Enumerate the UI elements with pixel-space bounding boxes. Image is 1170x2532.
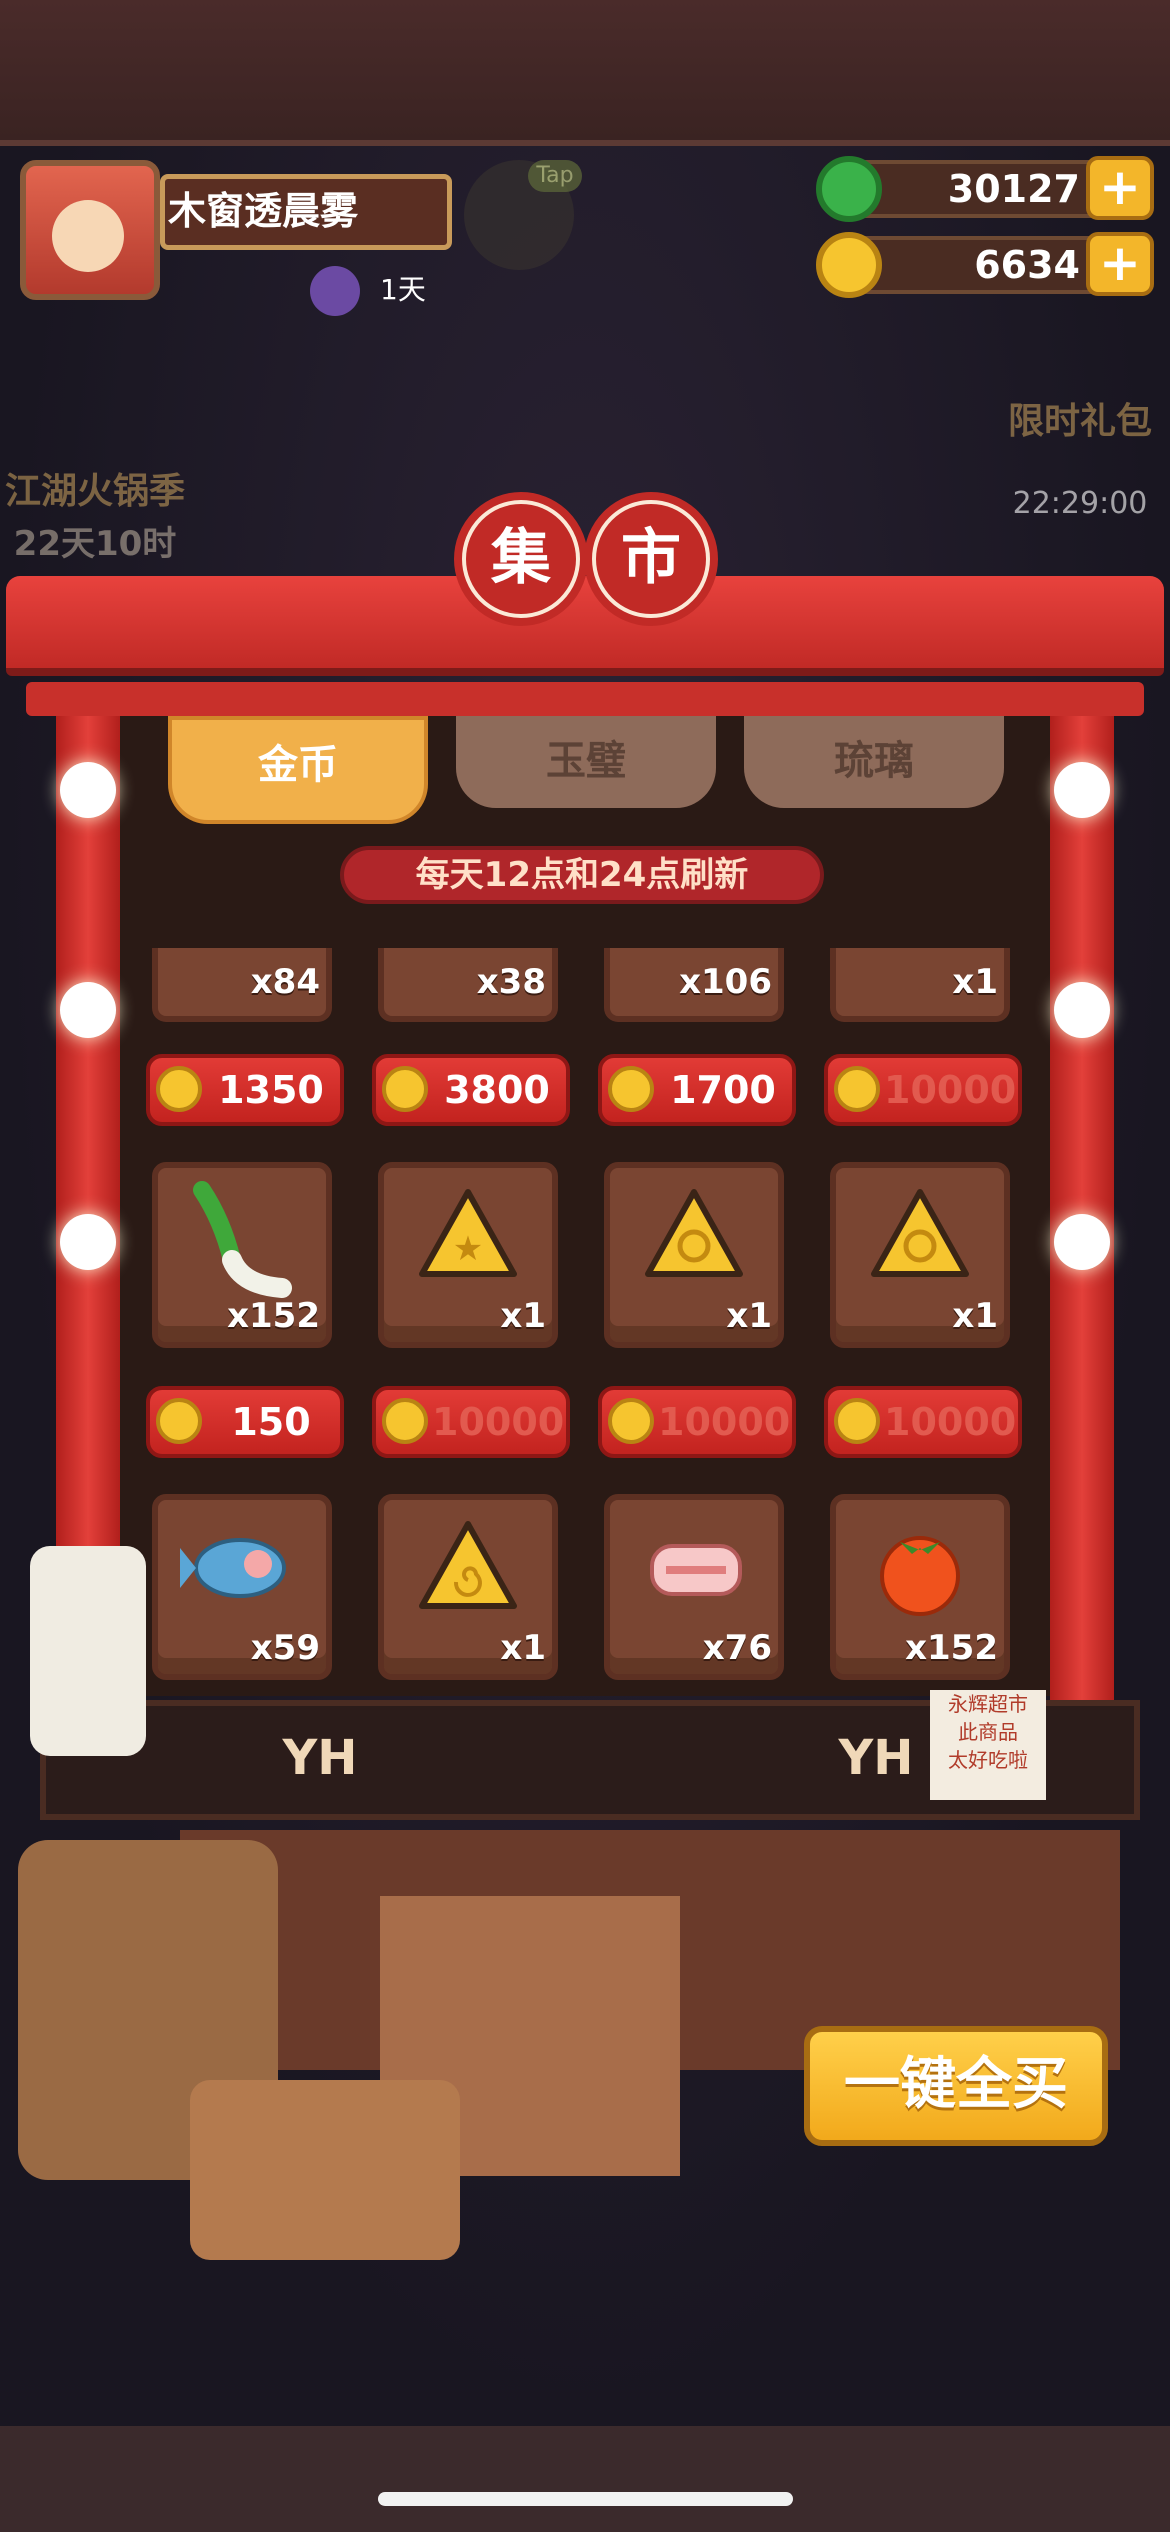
tab-jade[interactable]: 玉璧: [456, 716, 716, 808]
egg-basket-icon: [190, 2080, 460, 2260]
price-value: 10000: [884, 1400, 1017, 1444]
item-quantity: x106: [679, 962, 772, 1002]
item-quantity: x1: [952, 962, 998, 1002]
light-bulb: [60, 762, 116, 818]
hotpot-event-timer: 22天10时: [13, 524, 177, 564]
tap-label: Tap: [528, 160, 582, 192]
player-name: 木窗透晨雾: [168, 189, 359, 233]
gift-pack-timer: 22:29:00: [1012, 486, 1148, 521]
item-quantity: x1: [500, 1296, 546, 1336]
jade-amount: 30127: [947, 167, 1080, 211]
leek-icon: [193, 1181, 292, 1298]
light-bulb: [60, 1214, 116, 1270]
jade-icon: [816, 156, 882, 222]
item-quantity: x152: [227, 1296, 320, 1336]
item-quantity: x152: [905, 1628, 998, 1668]
spiral-token-icon: [419, 1521, 517, 1609]
note-line: 此商品: [958, 1720, 1018, 1744]
pet-icon: [310, 266, 360, 316]
item-quantity: x76: [702, 1628, 772, 1668]
price-value: 10000: [658, 1400, 791, 1444]
coin-icon: [156, 1398, 202, 1444]
hotpot-event-title[interactable]: 江湖火锅季: [0, 462, 190, 512]
turtle-token-icon: [645, 1189, 743, 1277]
counter-sign: YH: [838, 1730, 914, 1786]
coin-icon: [608, 1398, 654, 1444]
coin-icon: [382, 1066, 428, 1112]
counter-sign: YH: [282, 1730, 358, 1786]
price-value: 150: [231, 1400, 311, 1444]
shop-note: 永辉超市 此商品 太好吃啦: [930, 1690, 1046, 1800]
item-quantity: x38: [476, 962, 546, 1002]
coin-icon: [834, 1398, 880, 1444]
light-bulb: [1054, 1214, 1110, 1270]
svg-text:★: ★: [453, 1229, 483, 1269]
item-quantity: x59: [250, 1628, 320, 1668]
price-value: 1350: [218, 1068, 324, 1112]
fish-icon: [180, 1538, 286, 1598]
avatar-face-icon: [52, 200, 124, 272]
note-line: 太好吃啦: [948, 1748, 1028, 1772]
shop-title-char-2: 市: [596, 504, 706, 614]
star-token-icon: ★: [419, 1189, 517, 1277]
tomato-icon: [880, 1536, 960, 1616]
tab-gold[interactable]: 金币: [168, 716, 428, 824]
coin-icon: [156, 1066, 202, 1112]
item-quantity: x1: [726, 1296, 772, 1336]
coin-icon: [608, 1066, 654, 1112]
home-indicator[interactable]: [378, 2492, 793, 2506]
turtle-token-icon: [871, 1189, 969, 1277]
top-shelf-decor: [0, 0, 1170, 146]
item-quantity: x84: [250, 962, 320, 1002]
paper-roll-icon: [30, 1546, 146, 1756]
price-value: 1700: [670, 1068, 776, 1112]
tab-glass[interactable]: 琉璃: [744, 716, 1004, 808]
price-value: 10000: [884, 1068, 1017, 1112]
bottom-bar: [0, 2426, 1170, 2532]
bacon-roll-icon: [650, 1544, 742, 1596]
shop-roof-beam: [26, 682, 1144, 716]
light-bulb: [60, 982, 116, 1038]
coin-icon: [816, 232, 882, 298]
coin-icon: [834, 1066, 880, 1112]
price-value: 10000: [432, 1400, 565, 1444]
price-value: 3800: [444, 1068, 550, 1112]
add-jade-button[interactable]: +: [1086, 156, 1154, 220]
add-coins-button[interactable]: +: [1086, 232, 1154, 296]
note-line: 永辉超市: [948, 1692, 1028, 1716]
item-quantity: x1: [952, 1296, 998, 1336]
days-played: 1天: [380, 273, 426, 306]
buy-all-button[interactable]: 一键全买: [804, 2026, 1108, 2146]
shop-roof: [6, 576, 1164, 676]
light-bulb: [1054, 762, 1110, 818]
shop-title-char-1: 集: [466, 504, 576, 614]
gift-pack-title[interactable]: 限时礼包: [990, 392, 1170, 442]
coin-icon: [382, 1398, 428, 1444]
light-bulb: [1054, 982, 1110, 1038]
item-quantity: x1: [500, 1628, 546, 1668]
coin-amount: 6634: [974, 243, 1080, 287]
refresh-notice: 每天12点和24点刷新: [340, 846, 824, 904]
